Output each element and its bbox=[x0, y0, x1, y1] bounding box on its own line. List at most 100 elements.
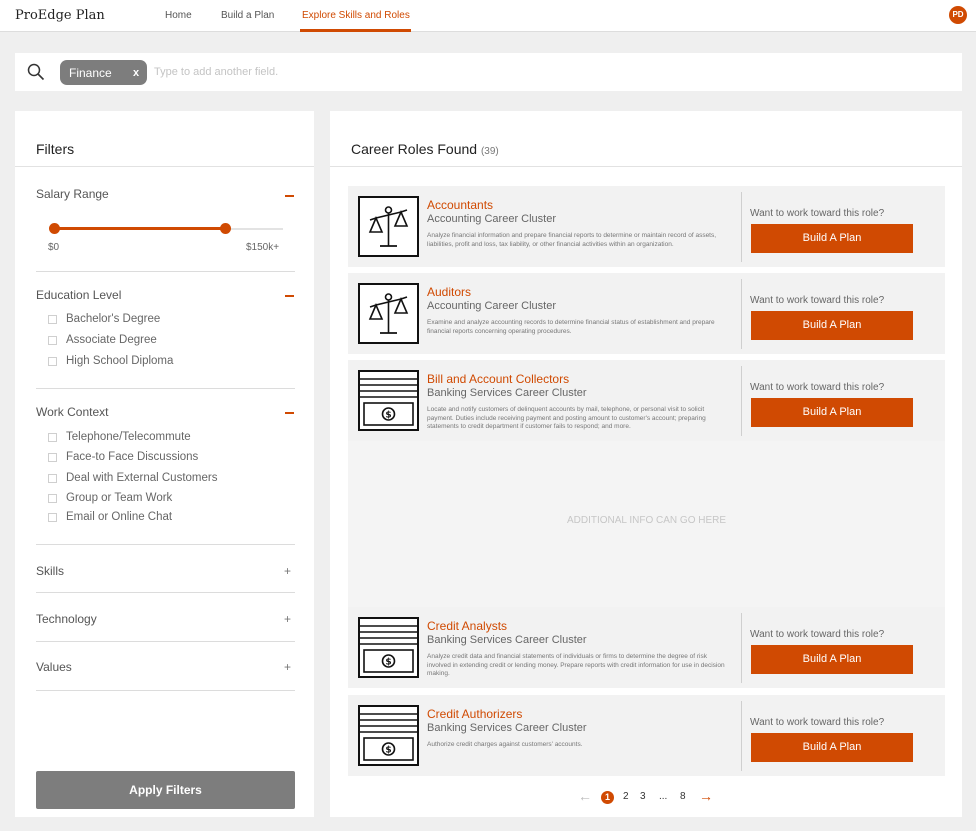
build-a-plan-button[interactable]: Build A Plan bbox=[751, 311, 913, 340]
pagination-page[interactable]: 3 bbox=[640, 791, 646, 802]
checkbox-label: Associate Degree bbox=[66, 334, 157, 346]
role-card-credit-analysts: $ Credit Analysts Banking Services Caree… bbox=[348, 607, 945, 688]
role-cluster: Accounting Career Cluster bbox=[427, 300, 557, 312]
pagination-ellipsis: ... bbox=[659, 791, 668, 802]
build-a-plan-button[interactable]: Build A Plan bbox=[751, 645, 913, 674]
divider bbox=[36, 544, 295, 545]
technology-expand-icon[interactable]: + bbox=[284, 612, 291, 626]
additional-info-text: ADDITIONAL INFO CAN GO HERE bbox=[566, 515, 727, 526]
checkbox-label: Telephone/Telecommute bbox=[66, 431, 191, 443]
nav-home[interactable]: Home bbox=[165, 10, 192, 21]
checkbox[interactable] bbox=[48, 453, 57, 462]
results-count: (39) bbox=[480, 146, 499, 157]
divider bbox=[330, 166, 962, 167]
work-context-title: Work Context bbox=[36, 405, 109, 419]
role-card-auditors: Auditors Accounting Career Cluster Exami… bbox=[348, 273, 945, 354]
checkbox[interactable] bbox=[48, 357, 57, 366]
role-prompt: Want to work toward this role? bbox=[750, 717, 885, 728]
checkbox[interactable] bbox=[48, 315, 57, 324]
checkbox[interactable] bbox=[48, 513, 57, 522]
role-card-credit-authorizers: $ Credit Authorizers Banking Services Ca… bbox=[348, 695, 945, 776]
salary-slider-max-handle[interactable] bbox=[220, 223, 232, 234]
nav-explore-skills-and-roles[interactable]: Explore Skills and Roles bbox=[302, 10, 410, 21]
checkbox[interactable] bbox=[48, 433, 57, 442]
nav-build-a-plan[interactable]: Build a Plan bbox=[221, 10, 274, 21]
checkbox-label: High School Diploma bbox=[66, 355, 174, 367]
role-description: Analyze financial information and prepar… bbox=[427, 232, 717, 248]
checkbox-label: Group or Team Work bbox=[66, 492, 173, 504]
chip-label: Finance bbox=[69, 66, 112, 80]
checkbox[interactable] bbox=[48, 494, 57, 503]
svg-text:$: $ bbox=[385, 746, 391, 756]
chip-remove-button[interactable]: x bbox=[133, 67, 139, 79]
top-navigation-bar: ProEdge Plan Home Build a Plan Explore S… bbox=[0, 0, 976, 32]
role-prompt: Want to work toward this role? bbox=[750, 295, 885, 306]
values-expand-icon[interactable]: + bbox=[284, 660, 291, 674]
divider bbox=[36, 641, 295, 642]
pagination-current-page[interactable]: 1 bbox=[601, 791, 614, 804]
values-section-title[interactable]: Values bbox=[36, 660, 72, 674]
apply-filters-button[interactable]: Apply Filters bbox=[36, 771, 295, 809]
salary-min-label: $0 bbox=[48, 242, 60, 253]
checkbox[interactable] bbox=[48, 474, 57, 483]
salary-slider-min-handle[interactable] bbox=[49, 223, 60, 234]
technology-section-title[interactable]: Technology bbox=[36, 612, 97, 626]
role-prompt: Want to work toward this role? bbox=[750, 629, 885, 640]
divider bbox=[741, 192, 742, 262]
role-prompt: Want to work toward this role? bbox=[750, 382, 885, 393]
role-description: Analyze credit data and financial statem… bbox=[427, 653, 725, 677]
role-title[interactable]: Accountants bbox=[427, 198, 493, 212]
svg-text:$: $ bbox=[385, 658, 391, 668]
role-card-bill-and-account-collectors: $ Bill and Account Collectors Banking Se… bbox=[348, 360, 945, 441]
scales-icon bbox=[358, 283, 419, 344]
role-title[interactable]: Bill and Account Collectors bbox=[427, 372, 569, 386]
search-chip-finance: Finance x bbox=[60, 60, 147, 85]
search-input[interactable]: Type to add another field. bbox=[154, 66, 278, 78]
pagination-last-page[interactable]: 8 bbox=[680, 791, 686, 802]
role-card-accountants: Accountants Accounting Career Cluster An… bbox=[348, 186, 945, 267]
divider bbox=[741, 279, 742, 349]
skills-expand-icon[interactable]: + bbox=[284, 564, 291, 578]
role-title[interactable]: Auditors bbox=[427, 285, 471, 299]
cash-stack-icon: $ bbox=[358, 617, 419, 678]
salary-max-label: $150k+ bbox=[246, 242, 280, 253]
active-tab-indicator bbox=[300, 29, 411, 32]
filters-title: Filters bbox=[36, 141, 75, 157]
salary-range-title: Salary Range bbox=[36, 187, 109, 201]
user-avatar[interactable]: PD bbox=[949, 6, 967, 24]
checkbox[interactable] bbox=[48, 336, 57, 345]
pagination-next-arrow-icon[interactable]: → bbox=[699, 788, 713, 804]
salary-collapse-icon[interactable] bbox=[285, 195, 294, 197]
build-a-plan-button[interactable]: Build A Plan bbox=[751, 398, 913, 427]
scales-icon bbox=[358, 196, 419, 257]
role-cluster: Banking Services Career Cluster bbox=[427, 387, 587, 399]
divider bbox=[741, 701, 742, 771]
education-level-title: Education Level bbox=[36, 288, 122, 302]
divider bbox=[15, 166, 314, 167]
search-bar: Finance x Type to add another field. bbox=[15, 53, 962, 91]
role-cluster: Accounting Career Cluster bbox=[427, 213, 557, 225]
role-title[interactable]: Credit Analysts bbox=[427, 619, 507, 633]
role-description: Locate and notify customers of delinquen… bbox=[427, 406, 706, 430]
pagination-page[interactable]: 2 bbox=[623, 791, 629, 802]
cash-stack-icon: $ bbox=[358, 370, 419, 431]
divider bbox=[741, 613, 742, 683]
divider bbox=[36, 690, 295, 691]
build-a-plan-button[interactable]: Build A Plan bbox=[751, 733, 913, 762]
search-icon[interactable] bbox=[27, 63, 45, 81]
results-title-text: Career Roles Found bbox=[351, 141, 478, 157]
brand-logo[interactable]: ProEdge Plan bbox=[15, 8, 105, 23]
education-collapse-icon[interactable] bbox=[285, 295, 294, 297]
build-a-plan-button[interactable]: Build A Plan bbox=[751, 224, 913, 253]
skills-section-title[interactable]: Skills bbox=[36, 564, 64, 578]
checkbox-label: Face-to Face Discussions bbox=[66, 451, 199, 463]
svg-text:$: $ bbox=[385, 411, 391, 421]
role-description: Examine and analyze accounting records t… bbox=[427, 319, 715, 335]
checkbox-label: Bachelor's Degree bbox=[66, 313, 161, 325]
pagination-prev-arrow-icon[interactable]: ← bbox=[578, 788, 592, 804]
role-title[interactable]: Credit Authorizers bbox=[427, 707, 522, 721]
divider bbox=[36, 271, 295, 272]
work-context-collapse-icon[interactable] bbox=[285, 412, 294, 414]
results-panel: Career Roles Found (39) Accountants Acco… bbox=[330, 111, 962, 817]
additional-info-panel: ADDITIONAL INFO CAN GO HERE bbox=[348, 441, 945, 607]
